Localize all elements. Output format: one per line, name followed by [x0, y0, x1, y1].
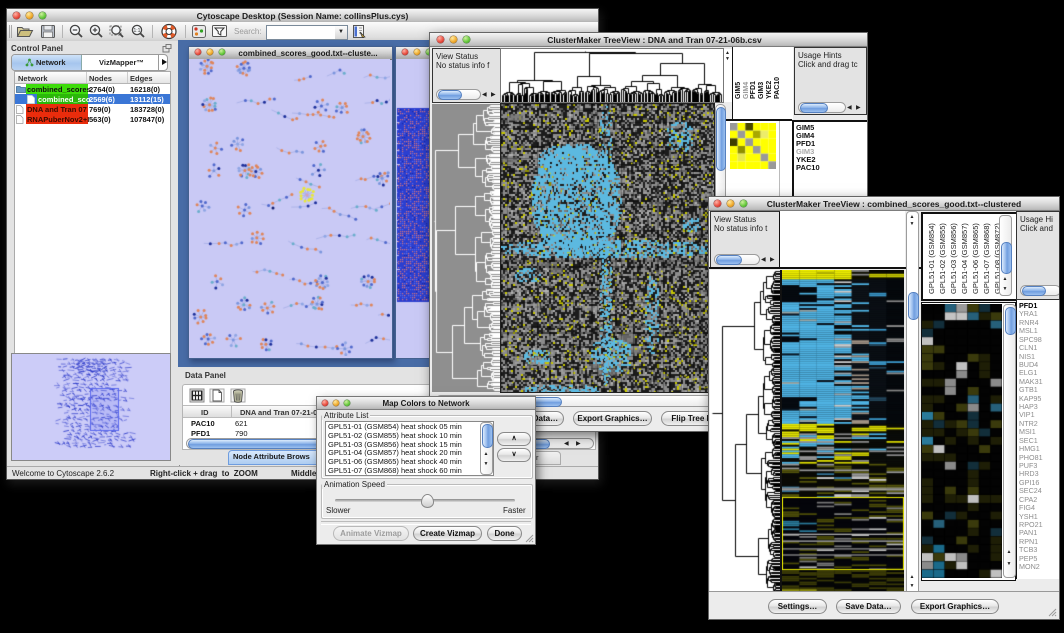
svg-text:1:1: 1:1: [134, 28, 141, 34]
